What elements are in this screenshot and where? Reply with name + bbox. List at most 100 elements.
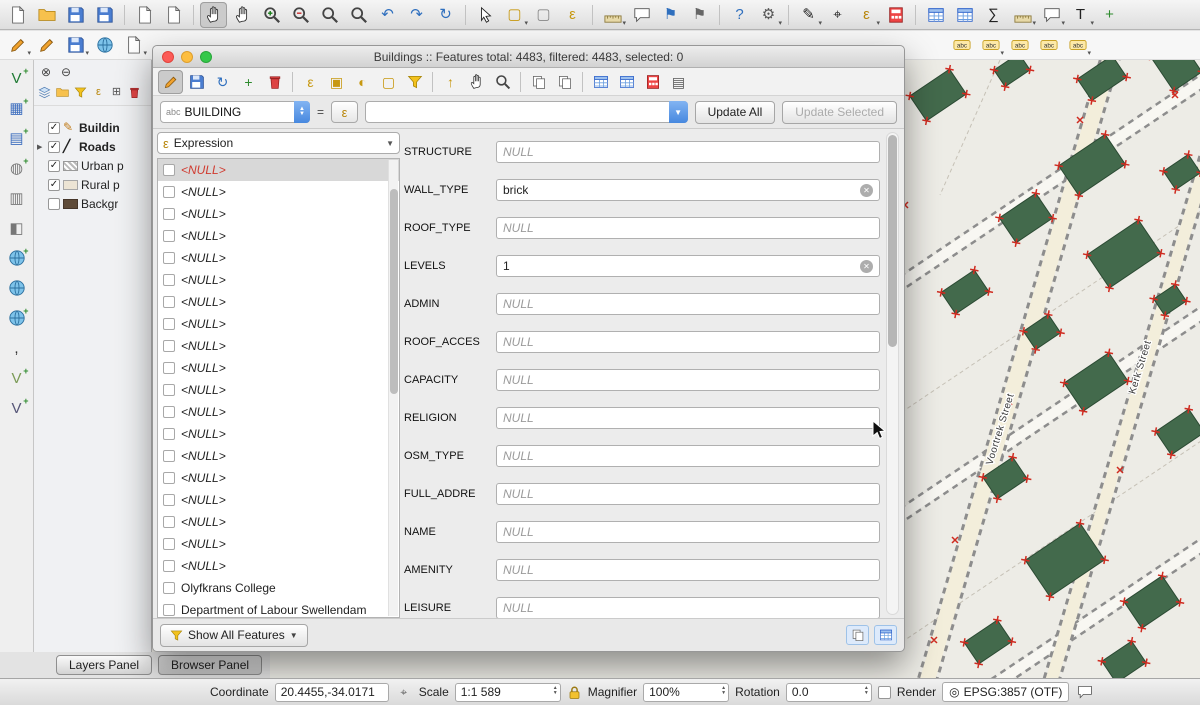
layer-item-rural-p[interactable]: ✓Rural p bbox=[34, 175, 151, 194]
stepper-arrows-icon[interactable]: ▲▼ bbox=[864, 686, 869, 696]
expand-all-icon[interactable]: ⊞ bbox=[108, 84, 125, 101]
deselect-features-icon[interactable]: ▢ bbox=[530, 2, 557, 28]
filter-form-icon[interactable] bbox=[402, 70, 427, 94]
feature-checkbox[interactable] bbox=[163, 362, 175, 374]
feature-list-item[interactable]: <NULL> bbox=[158, 445, 399, 467]
layer-visibility-checkbox[interactable]: ✓ bbox=[48, 179, 60, 191]
feature-checkbox[interactable] bbox=[163, 186, 175, 198]
feature-list-item[interactable]: <NULL> bbox=[158, 511, 399, 533]
filter-legend-icon[interactable] bbox=[72, 84, 89, 101]
add-wfs-layer-icon[interactable]: + bbox=[4, 306, 30, 330]
statistics-panel-icon[interactable] bbox=[951, 2, 978, 28]
pan-to-selection-icon[interactable] bbox=[229, 2, 256, 28]
layer-visibility-checkbox[interactable] bbox=[48, 198, 60, 210]
text-annotation-icon[interactable]: T▾ bbox=[1067, 2, 1094, 28]
amenity-input[interactable]: NULL bbox=[496, 559, 880, 581]
add-spatialite-layer-icon[interactable]: ◍+ bbox=[4, 156, 30, 180]
feature-checkbox[interactable] bbox=[163, 208, 175, 220]
feature-checkbox[interactable] bbox=[163, 340, 175, 352]
new-shapefile-layer-icon[interactable]: V+ bbox=[4, 366, 30, 390]
raster-calculator-icon[interactable] bbox=[882, 2, 909, 28]
toggle-editing-icon[interactable] bbox=[158, 70, 183, 94]
feature-checkbox[interactable] bbox=[163, 274, 175, 286]
field-value-input[interactable]: ▼ bbox=[365, 101, 688, 123]
add-postgis-layer-icon[interactable]: ▤+ bbox=[4, 126, 30, 150]
coordinate-toggle-icon[interactable]: ⌖ bbox=[395, 683, 413, 701]
feature-checkbox[interactable] bbox=[163, 230, 175, 242]
change-label-icon[interactable]: ▾ bbox=[1064, 32, 1091, 58]
dialog-title-bar[interactable]: Buildings :: Features total: 4483, filte… bbox=[153, 46, 904, 68]
copy-features-icon[interactable] bbox=[526, 70, 551, 94]
form-scrollbar-thumb[interactable] bbox=[888, 135, 897, 347]
feature-filter-combo[interactable]: ε Expression ▼ bbox=[157, 132, 400, 154]
layer-labeling-icon[interactable] bbox=[948, 32, 975, 58]
feature-list-item[interactable]: <NULL> bbox=[158, 533, 399, 555]
map-tips-toggle-icon[interactable]: ▾ bbox=[1038, 2, 1065, 28]
feature-checkbox[interactable] bbox=[163, 538, 175, 550]
select-all-icon[interactable]: ▣ bbox=[324, 70, 349, 94]
select-by-expression-icon[interactable]: ε bbox=[298, 70, 323, 94]
advanced-digitizing-icon[interactable]: ⌖ bbox=[824, 2, 851, 28]
zoom-full-icon[interactable] bbox=[316, 2, 343, 28]
save-edits-icon[interactable]: ▾ bbox=[62, 32, 89, 58]
feature-list-item[interactable]: <NULL> bbox=[158, 357, 399, 379]
invert-selection-icon[interactable]: ◐ bbox=[350, 70, 375, 94]
feature-checkbox[interactable] bbox=[163, 494, 175, 506]
feature-list-item[interactable]: Department of Labour Swellendam bbox=[158, 599, 399, 618]
new-print-layout-icon[interactable] bbox=[131, 2, 158, 28]
map-tips-icon[interactable] bbox=[628, 2, 655, 28]
feature-checkbox[interactable] bbox=[163, 516, 175, 528]
feature-list-scrollbar-thumb[interactable] bbox=[390, 189, 398, 394]
magnifier-input[interactable]: 100%▲▼ bbox=[643, 683, 729, 702]
roof_acces-input[interactable]: NULL bbox=[496, 331, 880, 353]
add-annotation-icon[interactable]: + bbox=[1096, 2, 1123, 28]
zoom-out-icon[interactable] bbox=[287, 2, 314, 28]
feature-checkbox[interactable] bbox=[163, 604, 175, 616]
new-layer-icon[interactable]: ▾ bbox=[120, 32, 147, 58]
paste-features-icon[interactable] bbox=[552, 70, 577, 94]
combo-dropdown-icon[interactable]: ▼ bbox=[669, 101, 688, 123]
new-project-icon[interactable] bbox=[4, 2, 31, 28]
log-messages-icon[interactable] bbox=[1075, 682, 1095, 702]
feature-list-item[interactable]: <NULL> bbox=[158, 203, 399, 225]
feature-checkbox[interactable] bbox=[163, 164, 175, 176]
feature-list-item[interactable]: <NULL> bbox=[158, 247, 399, 269]
open-project-icon[interactable] bbox=[33, 2, 60, 28]
remove-layer-icon[interactable] bbox=[126, 84, 143, 101]
field-calculator-icon[interactable]: ε▾ bbox=[853, 2, 880, 28]
feature-checkbox[interactable] bbox=[163, 252, 175, 264]
osm-download-icon[interactable] bbox=[91, 32, 118, 58]
layer-visibility-checkbox[interactable]: ✓ bbox=[48, 141, 60, 153]
leisure-input[interactable]: NULL bbox=[496, 597, 880, 618]
help-icon[interactable]: ? bbox=[726, 2, 753, 28]
layout-manager-icon[interactable] bbox=[160, 2, 187, 28]
layer-item-buildin[interactable]: ✓✎Buildin bbox=[34, 118, 151, 137]
wall_type-input[interactable]: brick✕ bbox=[496, 179, 880, 201]
feature-list-item[interactable]: <NULL> bbox=[158, 401, 399, 423]
add-wms-layer-icon[interactable]: + bbox=[4, 246, 30, 270]
religion-input[interactable]: NULL bbox=[496, 407, 880, 429]
feature-list-item[interactable]: <NULL> bbox=[158, 181, 399, 203]
layer-visibility-checkbox[interactable]: ✓ bbox=[48, 122, 60, 134]
feature-list-item[interactable]: <NULL> bbox=[158, 313, 399, 335]
show-bookmarks-icon[interactable]: ⚑ bbox=[686, 2, 713, 28]
crs-status-button[interactable]: ◎ EPSG:3857 (OTF) bbox=[942, 682, 1069, 702]
panel-detach-icon[interactable]: ⊖ bbox=[58, 64, 74, 80]
render-checkbox[interactable] bbox=[878, 686, 891, 699]
layer-visibility-checkbox[interactable]: ✓ bbox=[48, 160, 60, 172]
feature-checkbox[interactable] bbox=[163, 406, 175, 418]
form-view-toggle-button[interactable] bbox=[846, 625, 869, 645]
expression-builder-button[interactable]: ε bbox=[331, 101, 358, 123]
rotation-input[interactable]: 0.0▲▼ bbox=[786, 683, 872, 702]
update-all-button[interactable]: Update All bbox=[695, 101, 776, 124]
save-project-as-icon[interactable] bbox=[91, 2, 118, 28]
feature-checkbox[interactable] bbox=[163, 582, 175, 594]
add-raster-layer-icon[interactable]: ▦+ bbox=[4, 96, 30, 120]
feature-checkbox[interactable] bbox=[163, 560, 175, 572]
identify-features-icon[interactable] bbox=[472, 2, 499, 28]
feature-list-item[interactable]: <NULL> bbox=[158, 555, 399, 577]
add-wcs-layer-icon[interactable] bbox=[4, 276, 30, 300]
feature-list-item[interactable]: <NULL> bbox=[158, 467, 399, 489]
panel-close-icon[interactable]: ⊗ bbox=[38, 64, 54, 80]
capacity-input[interactable]: NULL bbox=[496, 369, 880, 391]
